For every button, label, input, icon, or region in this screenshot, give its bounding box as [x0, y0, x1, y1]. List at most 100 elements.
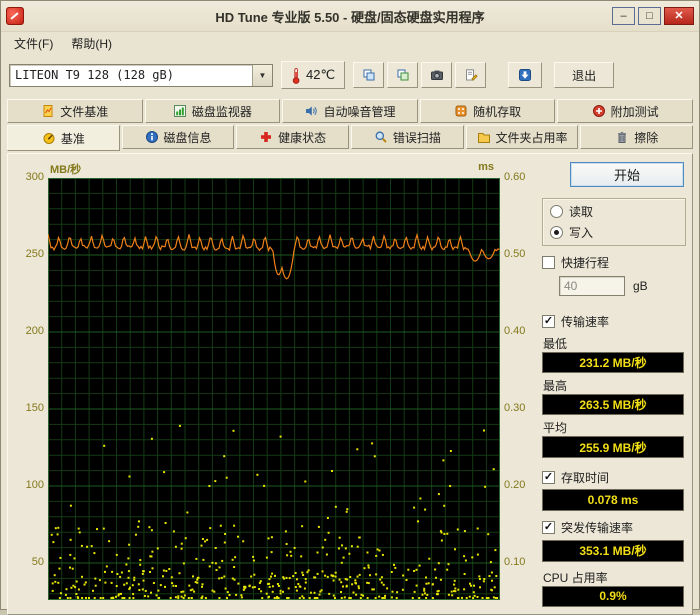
max-speed-display: 263.5 MB/秒 — [542, 394, 684, 415]
right-axis: 0.600.500.400.300.200.10 — [500, 178, 536, 600]
cpu-usage-display: 0.9% — [542, 586, 684, 607]
short-stroke-checkbox[interactable]: 快捷行程 — [542, 252, 686, 272]
left-axis-title: MB/秒 — [50, 161, 81, 177]
minimize-button[interactable]: – — [612, 7, 635, 25]
start-button[interactable]: 开始 — [570, 162, 684, 187]
tab-disk-monitor-label: 磁盘监视器 — [192, 103, 252, 120]
file-benchmark-icon — [41, 104, 55, 118]
save-screenshot-button[interactable] — [421, 62, 452, 88]
transfer-rate-checkbox[interactable]: ✓ 传输速率 — [542, 311, 686, 331]
tab-disk-info-label: 磁盘信息 — [164, 129, 212, 146]
temperature-indicator[interactable]: 42℃ — [281, 61, 345, 89]
avg-speed-label: 平均 — [543, 419, 686, 434]
tab-row-primary: 基准 磁盘信息 健康状态 错误扫描 文件夹占用率擦除 — [1, 125, 699, 151]
hdtune-window: HD Tune 专业版 5.50 - 硬盘/固态硬盘实用程序 – □ ✕ 文件(… — [0, 0, 700, 610]
avg-speed-display: 255.9 MB/秒 — [542, 436, 684, 457]
write-mode-radio[interactable]: 写入 — [550, 222, 678, 243]
random-access-icon — [454, 104, 468, 118]
left-axis-tick: 200 — [26, 325, 44, 337]
min-speed-display: 231.2 MB/秒 — [542, 352, 684, 373]
save-text-icon — [464, 68, 478, 82]
transfer-rate-label: 传输速率 — [561, 313, 609, 330]
benchmark-panel: MB/秒 ms 30025020015010050 0.600.500.400.… — [7, 153, 693, 615]
write-mode-label: 写入 — [569, 224, 593, 241]
checkbox-icon[interactable]: ✓ — [542, 315, 555, 328]
menu-help[interactable]: 帮助(H) — [62, 32, 121, 55]
short-stroke-label: 快捷行程 — [561, 254, 609, 271]
tab-error-scan-label: 错误扫描 — [393, 129, 441, 146]
copy-screenshot-button[interactable] — [353, 62, 384, 88]
tab-benchmark[interactable]: 基准 — [7, 125, 120, 151]
left-axis-tick: 300 — [26, 171, 44, 183]
titlebar[interactable]: HD Tune 专业版 5.50 - 硬盘/固态硬盘实用程序 – □ ✕ — [1, 1, 699, 32]
export-text-button[interactable] — [455, 62, 486, 88]
tab-aam-label: 自动噪音管理 — [323, 103, 395, 120]
benchmark-controls: 开始 读取 写入 快捷行程 gB ✓ 传 — [538, 158, 688, 608]
checkbox-icon[interactable] — [542, 256, 555, 269]
camera-icon — [430, 68, 444, 82]
tab-aam[interactable]: 自动噪音管理 — [282, 99, 418, 123]
left-axis-tick: 150 — [26, 402, 44, 414]
left-axis: 30025020015010050 — [12, 178, 48, 600]
error-scan-icon — [374, 130, 388, 144]
right-axis-tick: 0.60 — [504, 171, 525, 183]
burst-rate-display: 353.1 MB/秒 — [542, 540, 684, 561]
read-mode-radio[interactable]: 读取 — [550, 201, 678, 222]
tab-file-benchmark[interactable]: 文件基准 — [7, 99, 143, 123]
drive-selector-value: LITEON T9 128 (128 gB) — [10, 68, 252, 82]
disk-monitor-icon — [173, 104, 187, 118]
exit-button[interactable]: 退出 — [554, 62, 614, 88]
min-speed-label: 最低 — [543, 335, 686, 350]
tab-benchmark-label: 基准 — [61, 130, 85, 147]
folder-usage-icon — [477, 130, 491, 144]
tab-health[interactable]: 健康状态 — [236, 125, 349, 149]
drive-selector[interactable]: LITEON T9 128 (128 gB) ▼ — [9, 64, 273, 87]
left-axis-tick: 100 — [26, 479, 44, 491]
left-axis-tick: 50 — [32, 556, 44, 568]
checkbox-icon[interactable]: ✓ — [542, 471, 555, 484]
checkbox-icon[interactable]: ✓ — [542, 521, 555, 534]
tab-row-secondary: 文件基准 磁盘监视器 自动噪音管理 随机存取 附加测试 — [1, 99, 699, 123]
tab-extra-tests-label: 附加测试 — [611, 103, 659, 120]
right-axis-tick: 0.50 — [504, 248, 525, 260]
update-button[interactable] — [508, 62, 542, 88]
thermometer-icon — [291, 67, 301, 84]
tab-disk-monitor[interactable]: 磁盘监视器 — [145, 99, 281, 123]
copy-info-button[interactable] — [387, 62, 418, 88]
access-time-checkbox[interactable]: ✓ 存取时间 — [542, 467, 686, 487]
chevron-down-icon[interactable]: ▼ — [252, 65, 272, 86]
health-icon — [259, 130, 273, 144]
tab-random-access-label: 随机存取 — [473, 103, 521, 120]
tab-file-benchmark-label: 文件基准 — [60, 103, 108, 120]
radio-icon[interactable] — [550, 226, 563, 239]
burst-rate-checkbox[interactable]: ✓ 突发传输速率 — [542, 518, 686, 538]
cpu-usage-label: CPU 占用率 — [543, 569, 686, 584]
left-axis-tick: 250 — [26, 248, 44, 260]
maximize-button[interactable]: □ — [638, 7, 661, 25]
benchmark-chart: MB/秒 ms 30025020015010050 0.600.500.400.… — [12, 158, 538, 608]
right-axis-tick: 0.20 — [504, 479, 525, 491]
access-time-label: 存取时间 — [561, 469, 609, 486]
mode-groupbox: 读取 写入 — [542, 198, 686, 246]
right-axis-tick: 0.30 — [504, 402, 525, 414]
tab-extra-tests[interactable]: 附加测试 — [557, 99, 693, 123]
tab-random-access[interactable]: 随机存取 — [420, 99, 556, 123]
menu-file[interactable]: 文件(F) — [5, 32, 62, 55]
burst-rate-label: 突发传输速率 — [561, 519, 633, 536]
update-icon — [518, 68, 532, 82]
tab-health-label: 健康状态 — [278, 129, 326, 146]
app-icon — [6, 7, 24, 25]
tab-error-scan[interactable]: 错误扫描 — [351, 125, 464, 149]
tab-folder-usage[interactable]: 文件夹占用率 — [466, 125, 579, 149]
erase-icon — [615, 130, 629, 144]
benchmark-plot — [48, 178, 500, 600]
close-button[interactable]: ✕ — [664, 7, 694, 25]
short-stroke-size-input[interactable] — [559, 276, 625, 296]
tab-disk-info[interactable]: 磁盘信息 — [122, 125, 235, 149]
radio-icon[interactable] — [550, 205, 563, 218]
max-speed-label: 最高 — [543, 377, 686, 392]
tab-erase[interactable]: 擦除 — [580, 125, 693, 149]
tab-folder-usage-label: 文件夹占用率 — [496, 129, 568, 146]
menu-bar: 文件(F) 帮助(H) — [1, 32, 699, 55]
right-axis-title: ms — [478, 161, 494, 173]
